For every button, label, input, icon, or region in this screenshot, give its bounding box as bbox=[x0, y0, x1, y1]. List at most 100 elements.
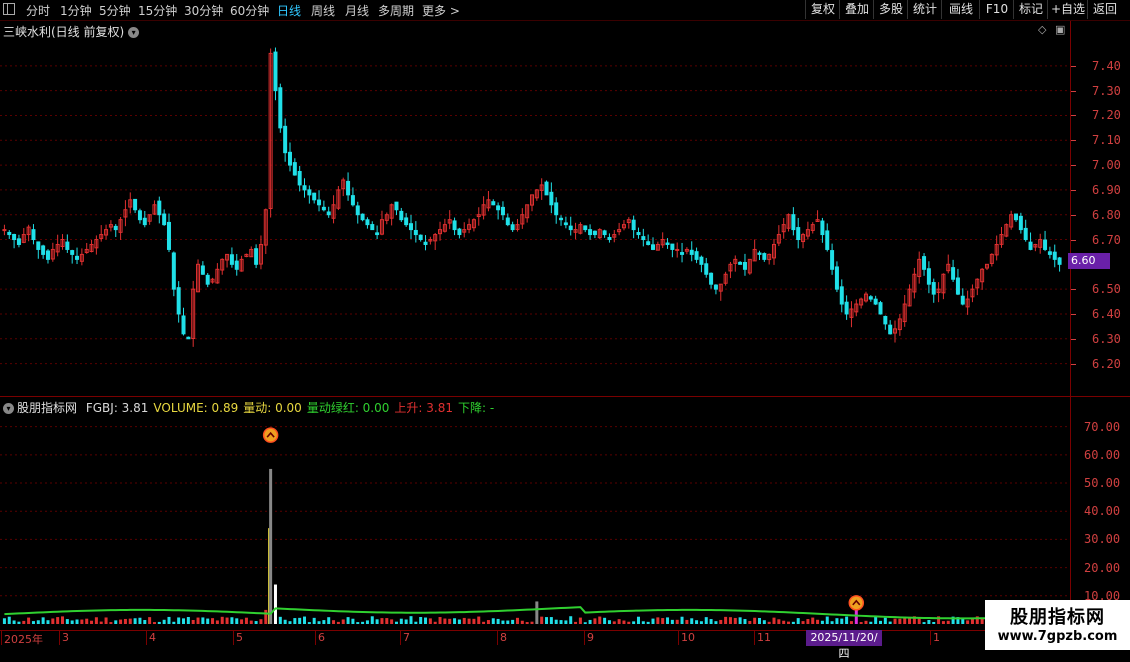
volume-bar bbox=[617, 619, 621, 624]
volume-bar bbox=[259, 619, 263, 624]
candle-body bbox=[1014, 213, 1019, 221]
volume-bar bbox=[278, 616, 282, 624]
candle-body bbox=[350, 195, 355, 206]
draw-line-button[interactable]: 画线 bbox=[941, 0, 980, 19]
volume-bar bbox=[211, 618, 215, 624]
period-tab-5min[interactable]: 5分钟 bbox=[99, 2, 131, 19]
volume-bar bbox=[578, 617, 582, 624]
stats-button[interactable]: 统计 bbox=[907, 0, 942, 19]
volume-bar bbox=[869, 621, 873, 624]
candle-body bbox=[583, 225, 588, 231]
volume-bar bbox=[714, 621, 718, 624]
volume-bar bbox=[346, 617, 350, 624]
panel-toggle-icon[interactable]: ▣ bbox=[1055, 23, 1065, 36]
volume-bar bbox=[540, 616, 544, 624]
volume-bar bbox=[312, 617, 316, 624]
volume-indicator-chart[interactable] bbox=[0, 397, 1070, 630]
volume-bar bbox=[157, 621, 161, 624]
period-tab-15min[interactable]: 15分钟 bbox=[138, 2, 177, 19]
period-tab-daily[interactable]: 日线 bbox=[277, 2, 301, 19]
volume-bar bbox=[864, 620, 868, 624]
volume-bar bbox=[254, 621, 258, 624]
candle-body bbox=[317, 199, 322, 206]
indicator-axis-label: 40.00 bbox=[1084, 504, 1121, 519]
volume-bar bbox=[728, 617, 732, 624]
volume-bar bbox=[370, 616, 374, 624]
date-label: 11 bbox=[757, 631, 771, 644]
volume-bar bbox=[424, 617, 428, 624]
volume-bar bbox=[186, 617, 190, 624]
candle-body bbox=[670, 243, 675, 250]
volume-bar bbox=[264, 609, 268, 624]
volume-bar bbox=[627, 621, 631, 624]
volume-bar bbox=[167, 616, 171, 624]
candle-body bbox=[205, 274, 210, 285]
volume-bar bbox=[215, 620, 219, 624]
price-axis-line bbox=[1070, 21, 1071, 630]
back-button[interactable]: 返回 bbox=[1087, 0, 1122, 19]
period-tab-1min[interactable]: 1分钟 bbox=[60, 2, 92, 19]
volume-bar bbox=[438, 617, 442, 624]
volume-bar bbox=[288, 621, 292, 624]
add-watchlist-button[interactable]: +自选 bbox=[1047, 0, 1088, 19]
volume-bar bbox=[385, 618, 389, 624]
volume-bar bbox=[394, 621, 398, 624]
candle-body bbox=[602, 230, 607, 236]
candlestick-chart[interactable] bbox=[0, 21, 1070, 396]
f10-button[interactable]: F10 bbox=[979, 0, 1014, 19]
volume-bar bbox=[467, 618, 471, 624]
volume-bar bbox=[361, 621, 365, 624]
candle-body bbox=[651, 244, 656, 250]
period-tab-more[interactable]: 更多 > bbox=[422, 2, 460, 19]
volume-bar bbox=[414, 621, 418, 624]
stock-title-text: 三峡水利(日线 前复权) bbox=[3, 25, 125, 39]
candle-body bbox=[365, 219, 370, 226]
chevron-down-icon[interactable]: ▾ bbox=[128, 27, 140, 38]
volume-bar bbox=[743, 619, 747, 624]
multi-stock-button[interactable]: 多股 bbox=[873, 0, 908, 19]
volume-bar bbox=[932, 621, 936, 624]
side-panel-strip[interactable] bbox=[1117, 21, 1130, 396]
fuquan-button[interactable]: 复权 bbox=[805, 0, 840, 19]
volume-bar bbox=[230, 617, 234, 624]
candle-body bbox=[1043, 239, 1048, 250]
volume-bar bbox=[152, 622, 156, 624]
volume-bar bbox=[927, 619, 931, 624]
volume-bar bbox=[738, 617, 742, 624]
volume-bar bbox=[99, 621, 103, 624]
period-tab-60min[interactable]: 60分钟 bbox=[230, 2, 269, 19]
volume-bar bbox=[816, 619, 820, 624]
candle-body bbox=[321, 206, 326, 211]
volume-bar bbox=[598, 616, 602, 624]
diamond-icon[interactable]: ◇ bbox=[1038, 23, 1046, 36]
period-tab-multi[interactable]: 多周期 bbox=[378, 2, 414, 19]
volume-bar bbox=[535, 601, 539, 624]
overlay-button[interactable]: 叠加 bbox=[839, 0, 874, 19]
candle-body bbox=[951, 267, 956, 280]
indicator-axis-label: 50.00 bbox=[1084, 476, 1121, 491]
volume-bar bbox=[31, 621, 35, 624]
candle-body bbox=[496, 205, 501, 211]
volume-bar bbox=[787, 621, 791, 624]
momentum-line bbox=[4, 606, 1060, 620]
signal-marker[interactable] bbox=[262, 427, 279, 443]
candle-body bbox=[307, 189, 312, 196]
candle-body bbox=[607, 237, 612, 241]
side-panel-strip-lower[interactable] bbox=[1117, 397, 1130, 630]
candle-body bbox=[302, 185, 307, 191]
period-tab-weekly[interactable]: 周线 bbox=[311, 2, 335, 19]
volume-bar bbox=[845, 616, 849, 624]
period-tab-30min[interactable]: 30分钟 bbox=[184, 2, 223, 19]
candle-body bbox=[423, 241, 428, 245]
mark-button[interactable]: 标记 bbox=[1013, 0, 1048, 19]
candle-body bbox=[75, 255, 80, 260]
volume-bar bbox=[733, 617, 737, 624]
candle-body bbox=[292, 162, 297, 176]
period-tab-fenshi[interactable]: 分时 bbox=[26, 2, 50, 19]
period-tab-monthly[interactable]: 月线 bbox=[345, 2, 369, 19]
signal-marker[interactable] bbox=[848, 595, 865, 611]
candle-body bbox=[704, 263, 709, 275]
date-label: 2025年 bbox=[4, 633, 43, 646]
volume-bar bbox=[269, 468, 273, 624]
layout-icon[interactable] bbox=[3, 3, 15, 15]
